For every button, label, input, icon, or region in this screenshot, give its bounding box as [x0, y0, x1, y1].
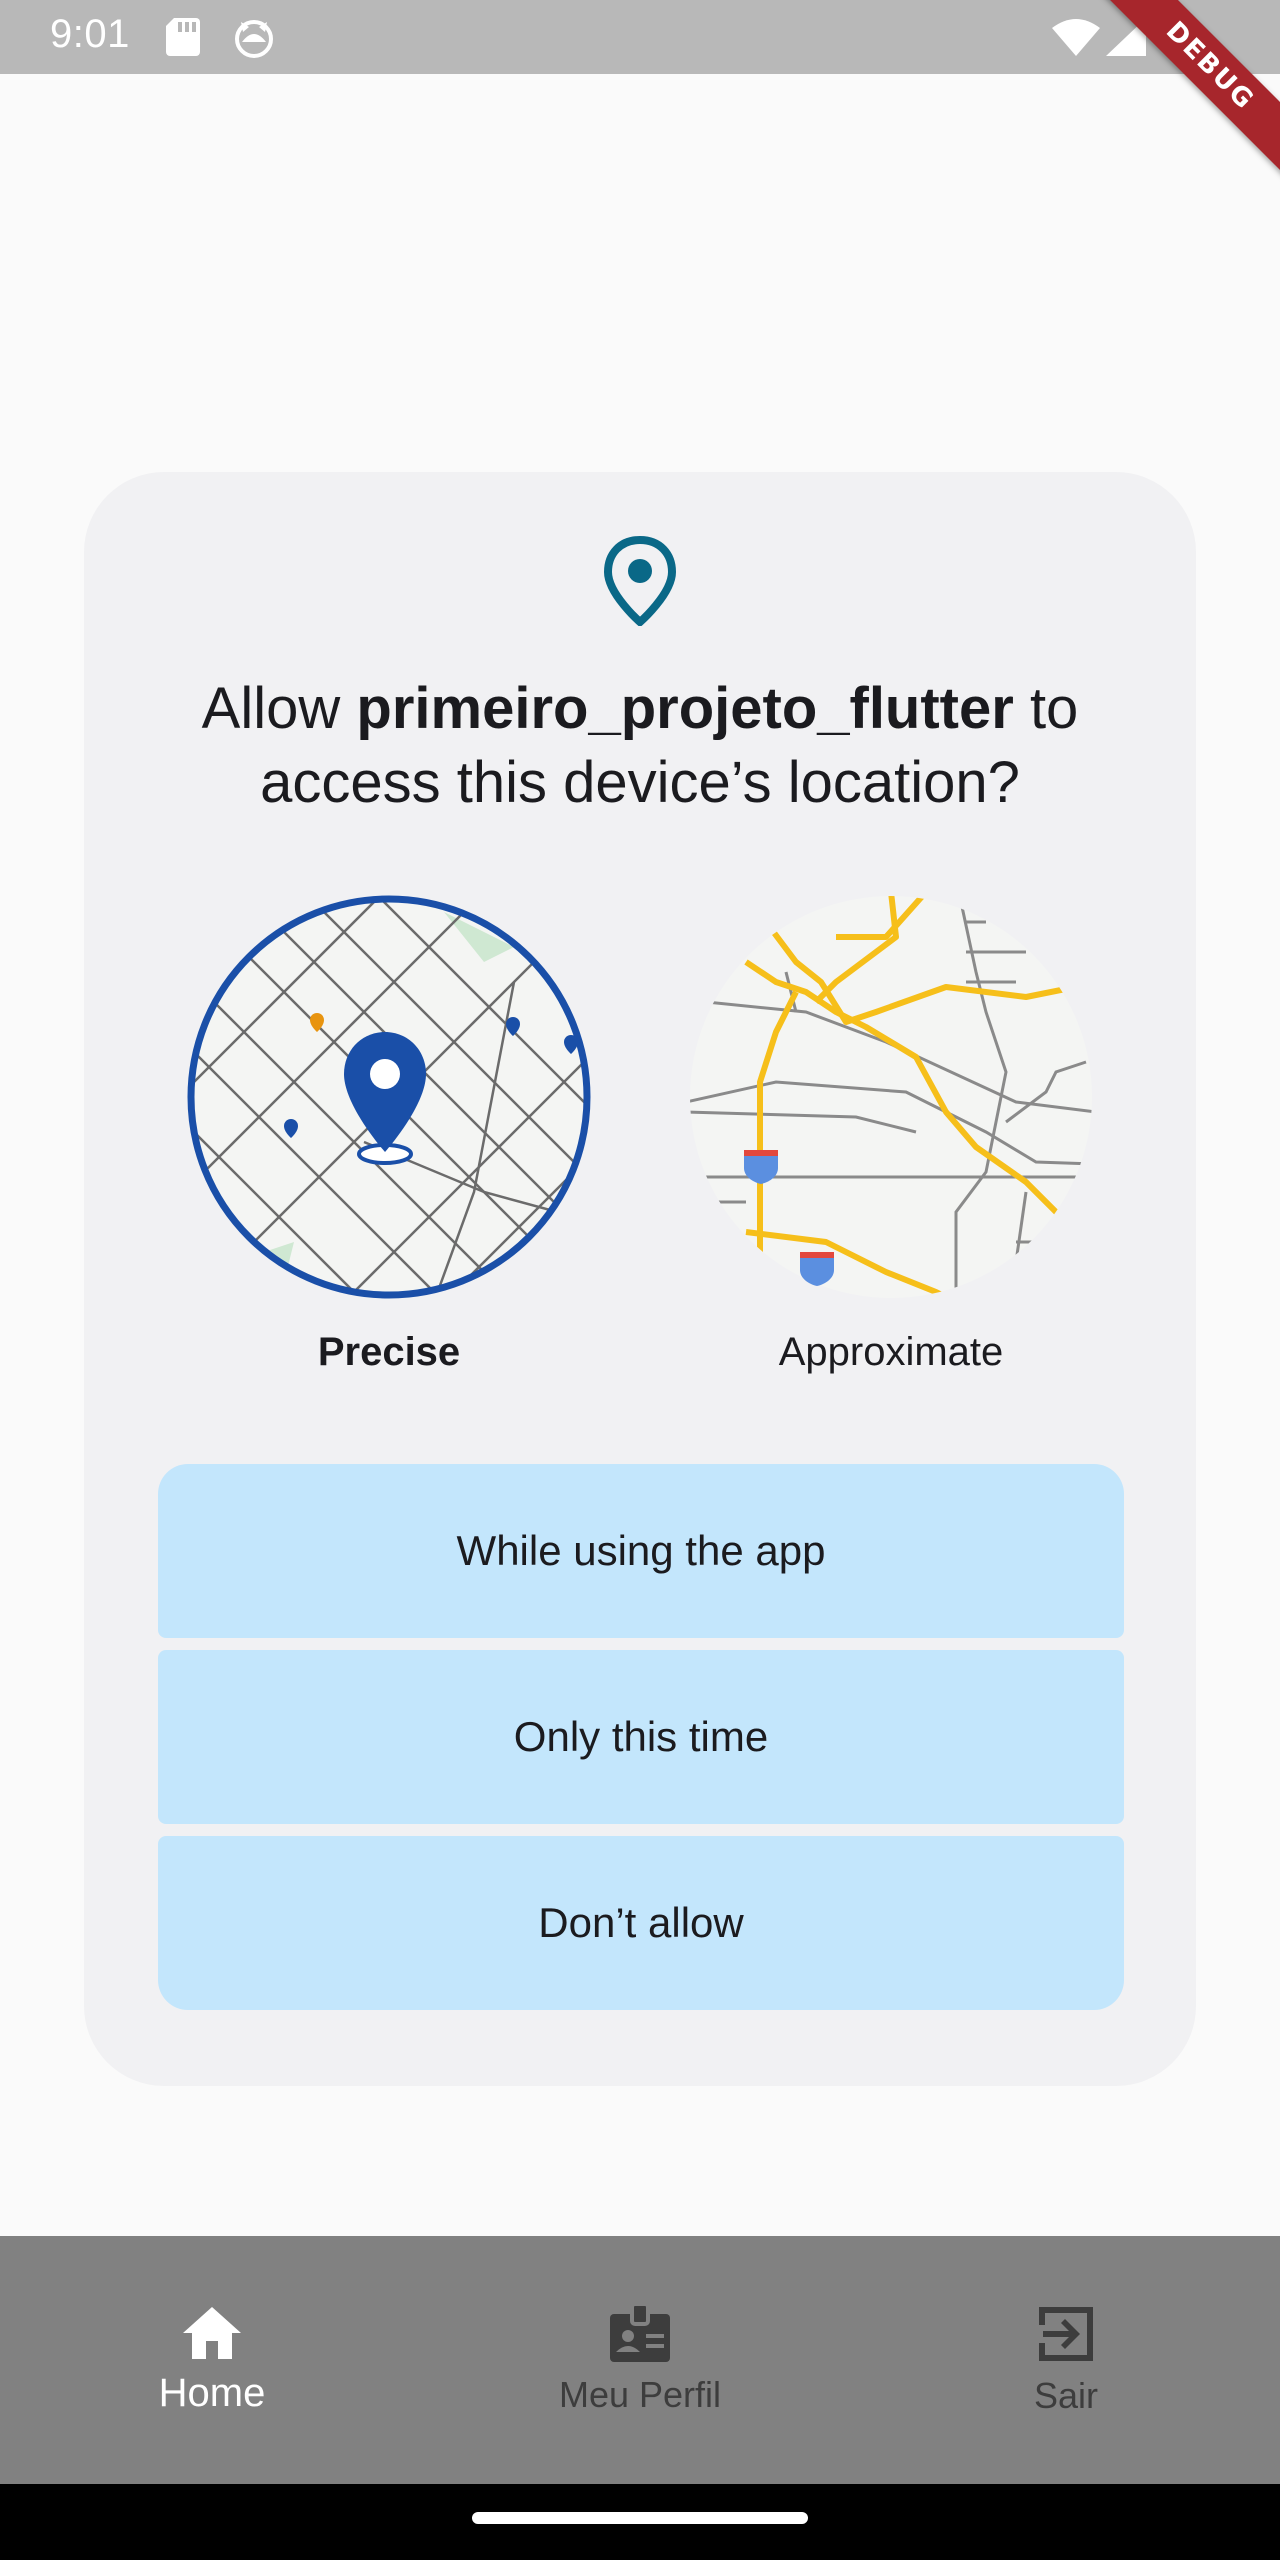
nav-item-meu-perfil[interactable]: Meu Perfil [490, 2236, 790, 2484]
home-gesture-handle[interactable] [472, 2512, 808, 2524]
cat-icon [234, 18, 274, 63]
logout-icon [1039, 2307, 1093, 2361]
precise-label: Precise [317, 1330, 461, 1374]
nav-item-sair[interactable]: Sair [916, 2236, 1216, 2484]
sd-card-icon [166, 18, 200, 61]
approximate-location-option[interactable]: Approximate [686, 892, 1096, 1375]
dialog-app-name: primeiro_projeto_flutter [356, 676, 1014, 741]
location-pin-icon [602, 535, 678, 631]
nav-item-home[interactable]: Home [62, 2236, 362, 2484]
dont-allow-button[interactable]: Don’t allow [158, 1836, 1124, 2010]
location-permission-dialog: Allow primeiro_projeto_flutter to access… [84, 472, 1196, 2086]
home-icon [183, 2306, 241, 2359]
while-using-app-button[interactable]: While using the app [158, 1464, 1124, 1638]
approximate-label: Approximate [778, 1330, 1004, 1374]
status-time: 9:01 [50, 12, 130, 56]
badge-icon [610, 2304, 670, 2362]
precise-map-icon [187, 895, 591, 1299]
precise-location-option[interactable]: Precise [184, 892, 594, 1375]
only-this-time-button[interactable]: Only this time [158, 1650, 1124, 1824]
nav-label-home: Home [158, 2370, 266, 2415]
dialog-title-prefix: Allow [201, 676, 357, 741]
nav-label-meu-perfil: Meu Perfil [558, 2374, 722, 2415]
bottom-navigation-bar: Home Meu Perfil Sair [0, 2236, 1280, 2484]
status-bar: 9:01 [0, 0, 1280, 74]
approximate-map-icon [690, 896, 1092, 1298]
wifi-icon [1052, 18, 1100, 61]
nav-label-sair: Sair [1033, 2375, 1099, 2416]
dialog-title: Allow primeiro_projeto_flutter to access… [124, 672, 1156, 820]
